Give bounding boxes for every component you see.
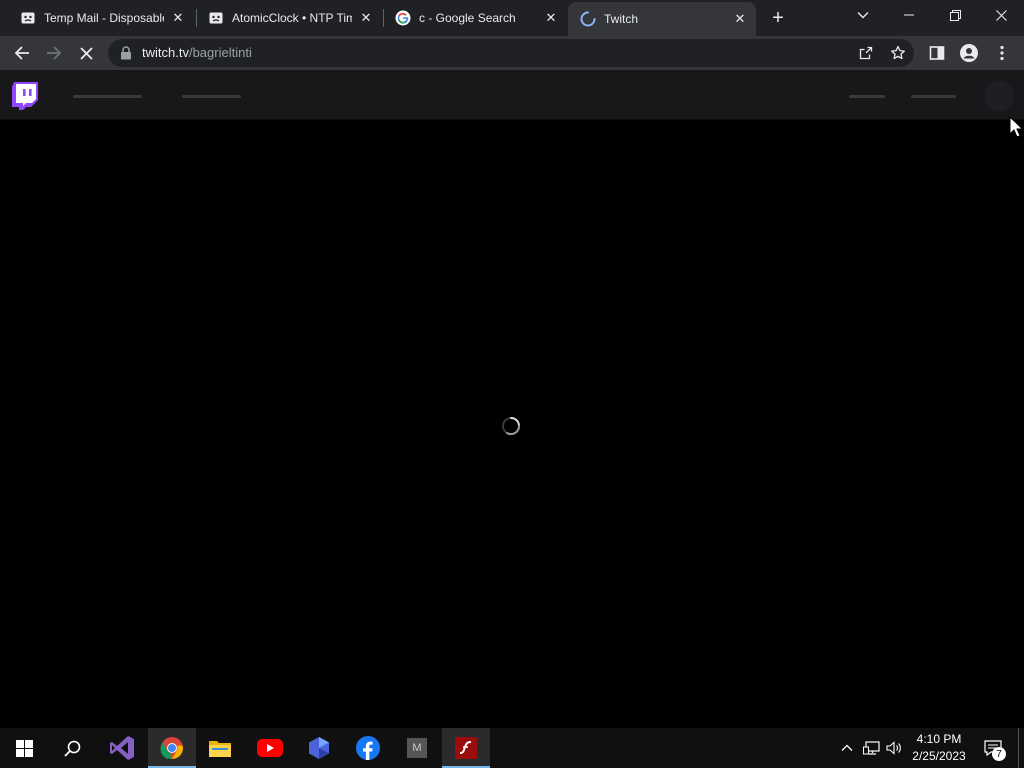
chevron-down-icon <box>857 12 869 19</box>
url-text: twitch.tv/bagrieltinti <box>142 45 252 60</box>
visual-studio-icon <box>110 736 134 760</box>
clock-time: 4:10 PM <box>916 732 962 746</box>
close-tab-icon[interactable]: ✕ <box>543 10 559 26</box>
network-icon <box>862 741 880 755</box>
close-tab-icon[interactable]: ✕ <box>358 10 374 26</box>
close-window-button[interactable] <box>978 0 1024 30</box>
taskbar-facebook[interactable] <box>344 728 392 768</box>
tab-atomicclock[interactable]: AtomicClock • NTP Time Server ✕ <box>196 0 382 36</box>
start-button[interactable] <box>0 728 48 768</box>
folder-icon <box>209 741 231 757</box>
nav-placeholder <box>911 95 956 98</box>
volume-button[interactable] <box>884 728 904 768</box>
lock-icon[interactable] <box>120 46 132 60</box>
close-tab-icon[interactable]: ✕ <box>732 11 748 27</box>
hexagon-app-icon <box>309 737 329 759</box>
browser-toolbar: twitch.tv/bagrieltinti <box>0 36 1024 70</box>
close-icon <box>995 9 1007 21</box>
loading-spinner-icon <box>580 11 596 27</box>
chrome-icon <box>160 737 183 759</box>
temp-mail-icon <box>20 10 36 26</box>
chevron-up-icon <box>841 744 853 751</box>
taskbar-app-hexagon[interactable] <box>295 728 343 768</box>
windows-taskbar: M 4:10 PM 2/25/2023 7 <box>0 728 1024 768</box>
restore-icon <box>949 9 961 21</box>
nav-placeholder <box>73 95 142 98</box>
loading-spinner-icon <box>502 417 521 436</box>
url-domain: twitch.tv <box>142 45 189 60</box>
tab-strip: Temp Mail - Disposable Temporary Email ✕… <box>0 0 1024 36</box>
tab-title: AtomicClock • NTP Time Server <box>232 11 352 25</box>
volume-icon <box>886 741 901 755</box>
m-app-label: M <box>412 742 422 754</box>
close-icon <box>79 46 93 60</box>
tab-title: Twitch <box>604 12 639 26</box>
taskbar-app-m[interactable]: M <box>393 728 441 768</box>
forward-button[interactable] <box>39 38 69 68</box>
taskbar-chrome[interactable] <box>148 728 196 768</box>
notification-count-badge: 7 <box>992 747 1006 761</box>
taskbar-clock[interactable]: 4:10 PM 2/25/2023 <box>908 731 970 765</box>
show-hidden-icons-button[interactable] <box>838 728 856 768</box>
new-tab-button[interactable]: + <box>764 4 792 32</box>
tab-title: Temp Mail - Disposable Temporary Email <box>44 11 164 25</box>
windows-logo-icon <box>15 739 33 757</box>
mouse-cursor-icon <box>1009 116 1023 138</box>
taskbar-file-explorer[interactable] <box>196 728 244 768</box>
taskbar-visual-studio[interactable] <box>98 728 146 768</box>
restore-button[interactable] <box>932 0 978 30</box>
side-panel-icon <box>929 46 945 60</box>
side-panel-button[interactable] <box>922 38 952 68</box>
network-button[interactable] <box>860 728 882 768</box>
share-icon[interactable] <box>856 43 876 63</box>
profile-icon <box>960 44 978 62</box>
back-button[interactable] <box>7 38 37 68</box>
show-desktop-button[interactable] <box>1018 728 1019 768</box>
minimize-icon <box>904 14 914 16</box>
clock-date: 2/25/2023 <box>912 749 966 763</box>
search-button[interactable] <box>48 728 96 768</box>
taskbar-flash-player[interactable] <box>442 728 490 768</box>
tab-twitch[interactable]: Twitch ✕ <box>568 2 756 36</box>
tab-search-button[interactable] <box>840 0 886 30</box>
more-vert-icon <box>1000 45 1004 61</box>
stop-loading-button[interactable] <box>71 38 101 68</box>
plus-icon: + <box>772 6 784 29</box>
twitch-page <box>0 70 1024 728</box>
address-bar[interactable]: twitch.tv/bagrieltinti <box>108 39 914 67</box>
nav-placeholder <box>849 95 885 98</box>
facebook-icon <box>356 736 380 760</box>
google-icon <box>395 10 411 26</box>
flash-player-icon <box>455 737 477 759</box>
url-path: /bagrieltinti <box>188 45 252 60</box>
arrow-left-icon <box>14 46 29 60</box>
tab-google-search[interactable]: c - Google Search ✕ <box>383 0 567 36</box>
close-tab-icon[interactable]: ✕ <box>170 10 186 26</box>
tab-temp-mail[interactable]: Temp Mail - Disposable Temporary Email ✕ <box>8 0 194 36</box>
twitch-logo-icon[interactable] <box>12 82 38 110</box>
minimize-button[interactable] <box>886 0 932 30</box>
profile-button[interactable] <box>954 38 984 68</box>
m-app-icon: M <box>407 738 427 758</box>
taskbar-youtube[interactable] <box>246 728 294 768</box>
menu-button[interactable] <box>987 38 1017 68</box>
youtube-icon <box>257 739 283 757</box>
tab-title: c - Google Search <box>419 11 516 25</box>
nav-placeholder <box>182 95 241 98</box>
search-icon <box>63 740 80 757</box>
bookmark-star-icon[interactable] <box>888 43 908 63</box>
arrow-right-icon <box>47 46 62 60</box>
atomicclock-icon <box>208 10 224 26</box>
twitch-top-nav <box>0 70 1024 120</box>
avatar-placeholder <box>984 81 1014 111</box>
